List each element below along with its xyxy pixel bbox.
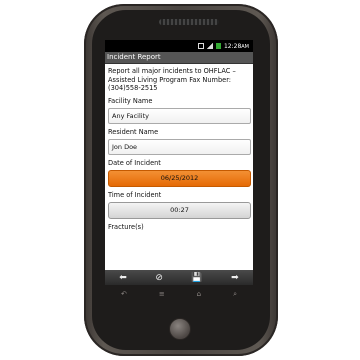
app-title-bar: Incident Report — [105, 52, 253, 64]
time-label: Time of Incident — [108, 190, 162, 199]
bottom-toolbar: ⬅ ⊘ 💾 ➡ — [105, 270, 253, 285]
facility-label: Facility Name — [108, 96, 153, 105]
signal-icon — [206, 43, 213, 49]
search-icon[interactable]: ⌕ — [233, 290, 237, 299]
time-picker-button[interactable]: 00:27 — [108, 201, 251, 219]
sim-icon — [197, 43, 204, 49]
battery-icon — [215, 43, 221, 49]
facility-input[interactable]: Any Facility — [108, 107, 251, 124]
menu-icon[interactable]: ≡ — [159, 290, 165, 298]
resident-label: Resident Name — [108, 127, 159, 136]
save-icon[interactable]: 💾 — [191, 273, 202, 283]
hardware-softkeys: ↶ ≡ ⌂ ⌕ — [105, 288, 253, 300]
form-content: Report all major incidents to OHFLAC – A… — [105, 64, 253, 232]
cancel-icon[interactable]: ⊘ — [155, 273, 163, 283]
home-icon[interactable]: ⌂ — [197, 290, 201, 298]
resident-input[interactable]: Jon Doe — [108, 138, 251, 155]
arrow-left-icon[interactable]: ⬅ — [119, 273, 127, 283]
device-screen: 12:28AM Incident Report Report all major… — [105, 40, 253, 285]
fracture-label: Fracture(s) — [108, 222, 144, 231]
intro-text: Report all major incidents to OHFLAC – A… — [108, 67, 236, 92]
status-bar: 12:28AM — [105, 40, 253, 52]
back-icon[interactable]: ↶ — [121, 290, 127, 298]
speaker-grille — [159, 19, 219, 25]
trackball-button[interactable] — [169, 318, 191, 340]
arrow-right-icon[interactable]: ➡ — [231, 273, 239, 283]
date-picker-button[interactable]: 06/25/2012 — [108, 169, 251, 187]
date-label: Date of Incident — [108, 158, 161, 167]
status-time: 12:28AM — [223, 42, 249, 50]
